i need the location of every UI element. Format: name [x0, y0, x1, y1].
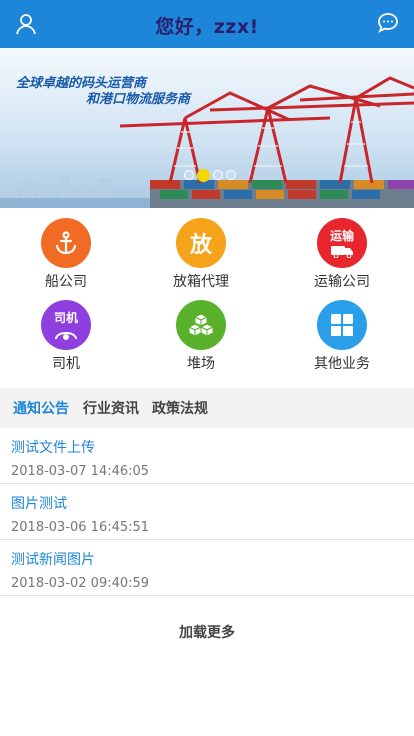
service-label: 运输公司	[314, 274, 370, 290]
service-label: 堆场	[187, 356, 215, 372]
service-transport-company[interactable]: 运输 运输公司	[282, 218, 402, 291]
list-item[interactable]: 图片测试 2018-03-06 16:45:51	[0, 484, 414, 540]
app-header: 您好，zzx!	[0, 0, 414, 48]
news-date: 2018-03-07 14:46:05	[11, 464, 150, 479]
service-yard[interactable]: 堆场	[141, 300, 261, 373]
carousel-dot[interactable]	[226, 170, 236, 180]
news-date: 2018-03-02 09:40:59	[11, 576, 150, 591]
truck-icon: 运输	[317, 218, 367, 268]
load-more-button[interactable]: 加载更多	[0, 622, 414, 642]
chat-bubble-icon[interactable]	[376, 11, 400, 35]
service-label: 放箱代理	[173, 274, 229, 290]
tab-notices[interactable]: 通知公告	[13, 398, 69, 418]
service-label: 船公司	[45, 274, 87, 290]
list-item[interactable]: 测试新闻图片 2018-03-02 09:40:59	[0, 540, 414, 596]
service-shipping-company[interactable]: 船公司	[6, 218, 126, 291]
list-item[interactable]: 测试文件上传 2018-03-07 14:46:05	[0, 428, 414, 484]
service-driver[interactable]: 司机 司机	[6, 300, 126, 373]
page-title: 您好，zzx!	[155, 16, 259, 38]
service-other[interactable]: 其他业务	[282, 300, 402, 373]
service-label: 司机	[52, 356, 80, 372]
news-list: 测试文件上传 2018-03-07 14:46:05 图片测试 2018-03-…	[0, 428, 414, 596]
driver-icon-text: 司机	[53, 310, 78, 325]
tab-policies[interactable]: 政策法规	[152, 398, 208, 418]
news-title[interactable]: 测试文件上传	[11, 437, 95, 457]
grid-apps-icon	[317, 300, 367, 350]
news-title[interactable]: 图片测试	[11, 493, 67, 513]
service-container-agent[interactable]: 放 放箱代理	[141, 218, 261, 291]
service-label: 其他业务	[314, 356, 370, 372]
fang-char-icon: 放	[176, 218, 226, 268]
carousel-dot[interactable]	[213, 170, 223, 180]
hero-banner[interactable]: 全球卓越的码头运营商 和港口物流服务商	[0, 48, 414, 208]
tab-industry-news[interactable]: 行业资讯	[83, 398, 139, 418]
stacked-boxes-icon	[176, 300, 226, 350]
anchor-icon	[41, 218, 91, 268]
news-title[interactable]: 测试新闻图片	[11, 549, 95, 569]
carousel-dot[interactable]	[184, 170, 194, 180]
truck-icon-text: 运输	[329, 228, 354, 243]
banner-slogan-line2: 和港口物流服务商	[86, 92, 191, 107]
carousel-indicator[interactable]	[184, 168, 236, 182]
services-grid: 船公司 放 放箱代理 运输 运输公司 司机 司机 堆场 其他业务	[0, 208, 414, 388]
carousel-dot-active[interactable]	[197, 168, 210, 182]
news-tabs: 通知公告 行业资讯 政策法规	[0, 388, 414, 428]
steering-wheel-icon: 司机	[41, 300, 91, 350]
news-date: 2018-03-06 16:45:51	[11, 520, 150, 535]
